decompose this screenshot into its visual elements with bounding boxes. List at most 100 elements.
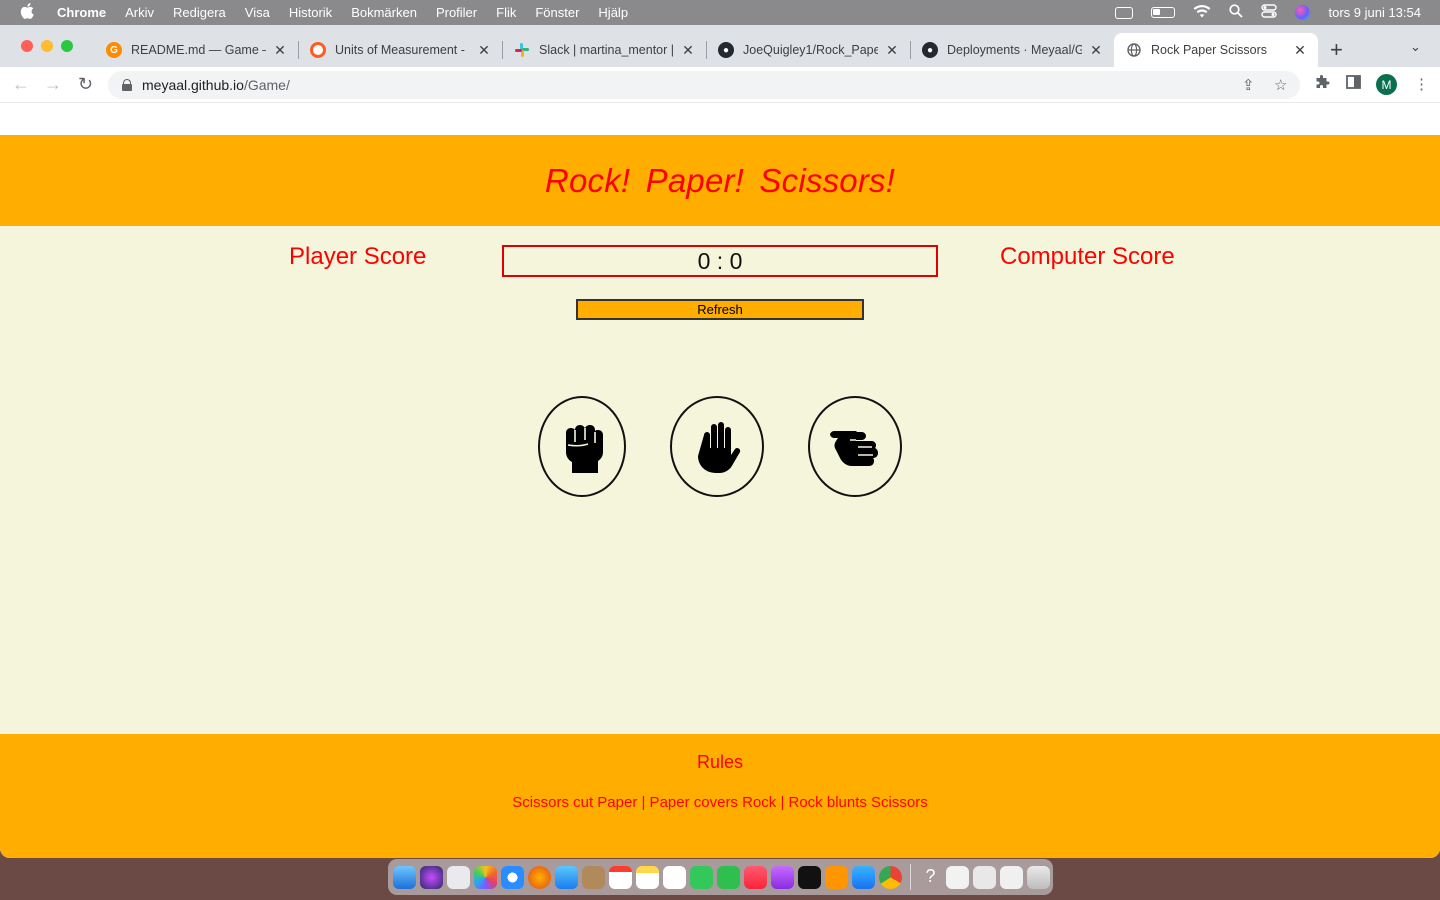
facetime-icon[interactable]	[717, 865, 740, 889]
close-tab-icon[interactable]: ✕	[884, 42, 900, 59]
dock-separator	[910, 864, 911, 890]
rules-text: Scissors cut Paper | Paper covers Rock |…	[512, 794, 928, 811]
minimize-window-button[interactable]	[41, 40, 53, 52]
open-hand-icon	[698, 421, 741, 473]
close-window-button[interactable]	[21, 40, 33, 52]
tab-rock-paper-scissors[interactable]: Rock Paper Scissors ✕	[1114, 33, 1318, 67]
back-arrow-icon[interactable]: ←	[12, 74, 30, 95]
document-icon[interactable]	[946, 865, 969, 889]
tab-github-deployments[interactable]: ● Deployments · Meyaal/G ✕	[910, 33, 1114, 67]
menu-hjalp[interactable]: Hjälp	[598, 5, 628, 20]
battery-icon[interactable]	[1151, 7, 1176, 18]
launchpad-icon[interactable]	[447, 865, 470, 889]
close-tab-icon[interactable]: ✕	[1088, 42, 1104, 59]
kebab-menu-icon[interactable]: ⋮	[1414, 75, 1429, 93]
share-icon[interactable]: ⇪	[1242, 76, 1255, 94]
paper-button[interactable]	[670, 396, 764, 497]
menu-fonster[interactable]: Fönster	[535, 5, 579, 20]
macos-dock: ?	[388, 859, 1053, 895]
fist-icon	[566, 424, 603, 473]
spotlight-search-icon[interactable]	[1229, 4, 1244, 21]
tab-search-chevron-icon[interactable]: ⌄	[1410, 39, 1421, 55]
close-tab-icon[interactable]: ✕	[476, 42, 492, 59]
globe-icon	[1126, 42, 1142, 58]
menu-flik[interactable]: Flik	[496, 5, 516, 20]
browser-window: G README.md — Game — ✕ Units of Measurem…	[0, 25, 1440, 858]
menubar-clock[interactable]: tors 9 juni 13:54	[1328, 5, 1421, 20]
tab-title: Units of Measurement -	[335, 43, 465, 57]
control-center-icon[interactable]	[1261, 4, 1278, 21]
contacts-icon[interactable]	[582, 865, 605, 889]
game-header: Rock! Paper! Scissors!	[0, 135, 1440, 226]
github-icon: ●	[922, 42, 938, 58]
address-bar[interactable]: meyaal.github.io/Game/ ⇪ ☆	[108, 71, 1300, 99]
app-store-icon[interactable]	[852, 865, 875, 889]
help-icon[interactable]: ?	[919, 866, 942, 889]
tab-github-repo[interactable]: ● JoeQuigley1/Rock_Paper ✕	[706, 33, 910, 67]
chrome-dock-icon[interactable]	[879, 865, 902, 889]
scissors-button[interactable]	[808, 396, 902, 497]
wifi-icon[interactable]	[1193, 4, 1211, 21]
siri-icon[interactable]	[1295, 5, 1311, 20]
computer-score-label: Computer Score	[1000, 243, 1175, 270]
mail-icon[interactable]	[555, 865, 578, 889]
music-icon[interactable]	[744, 865, 767, 889]
close-tab-icon[interactable]: ✕	[272, 42, 288, 59]
screen-mirroring-icon[interactable]	[1115, 6, 1134, 19]
new-tab-icon[interactable]: +	[1330, 37, 1343, 63]
tab-title: README.md — Game —	[131, 43, 266, 57]
zoom-window-button[interactable]	[61, 40, 73, 52]
siri-dock-icon[interactable]	[420, 865, 443, 889]
menu-app-name[interactable]: Chrome	[57, 5, 106, 20]
notes-icon[interactable]	[636, 865, 659, 889]
close-tab-icon[interactable]: ✕	[1292, 42, 1308, 59]
firefox-icon[interactable]	[528, 865, 551, 889]
tab-readme[interactable]: G README.md — Game — ✕	[94, 33, 298, 67]
units-icon	[310, 42, 326, 58]
menu-bokmarken[interactable]: Bokmärken	[351, 5, 417, 20]
scissors-hand-icon	[830, 430, 878, 466]
game-title: Rock! Paper! Scissors!	[544, 161, 896, 199]
books-icon[interactable]	[825, 865, 848, 889]
macos-menubar: Chrome Arkiv Redigera Visa Historik Bokm…	[0, 0, 1440, 25]
reminders-icon[interactable]	[663, 865, 686, 889]
trash-icon[interactable]	[1027, 865, 1050, 889]
close-tab-icon[interactable]: ✕	[680, 42, 696, 59]
slack-icon	[514, 42, 530, 58]
forward-arrow-icon[interactable]: →	[44, 74, 62, 95]
folder-stack-icon[interactable]	[1000, 865, 1023, 889]
gitpod-icon: G	[106, 42, 122, 58]
url-path: /Game/	[243, 77, 290, 93]
downloads-icon[interactable]	[973, 865, 996, 889]
calendar-icon[interactable]	[609, 865, 632, 889]
lock-icon[interactable]	[122, 79, 132, 91]
safari-icon[interactable]	[501, 865, 524, 889]
photos-icon[interactable]	[474, 865, 497, 889]
github-icon: ●	[718, 42, 734, 58]
rules-footer: Rules Scissors cut Paper | Paper covers …	[0, 734, 1440, 858]
menu-arkiv[interactable]: Arkiv	[125, 5, 154, 20]
apple-icon[interactable]	[20, 2, 40, 23]
podcasts-icon[interactable]	[771, 865, 794, 889]
finder-icon[interactable]	[393, 865, 416, 889]
tab-units[interactable]: Units of Measurement - ✕	[298, 33, 502, 67]
menu-visa[interactable]: Visa	[245, 5, 270, 20]
window-controls	[21, 40, 73, 52]
apple-tv-icon[interactable]	[798, 865, 821, 889]
menu-historik[interactable]: Historik	[289, 5, 332, 20]
extensions-puzzle-icon[interactable]	[1314, 75, 1330, 95]
menu-redigera[interactable]: Redigera	[173, 5, 226, 20]
profile-avatar[interactable]: M	[1376, 74, 1397, 95]
rules-title: Rules	[696, 752, 744, 772]
tab-title: JoeQuigley1/Rock_Paper	[743, 43, 878, 57]
reload-icon[interactable]: ↻	[78, 74, 93, 95]
rock-button[interactable]	[538, 396, 626, 497]
tab-slack[interactable]: Slack | martina_mentor | ✕	[502, 33, 706, 67]
browser-toolbar: ← → ↻ meyaal.github.io/Game/ ⇪ ☆ M ⋮	[0, 67, 1440, 103]
refresh-button[interactable]: Refresh	[576, 299, 864, 320]
game-page: Rock! Paper! Scissors! Player Score 0 : …	[0, 103, 1440, 858]
messages-icon[interactable]	[690, 865, 713, 889]
bookmark-star-icon[interactable]: ☆	[1274, 76, 1287, 94]
menu-profiler[interactable]: Profiler	[436, 5, 477, 20]
side-panel-icon[interactable]	[1346, 75, 1361, 93]
